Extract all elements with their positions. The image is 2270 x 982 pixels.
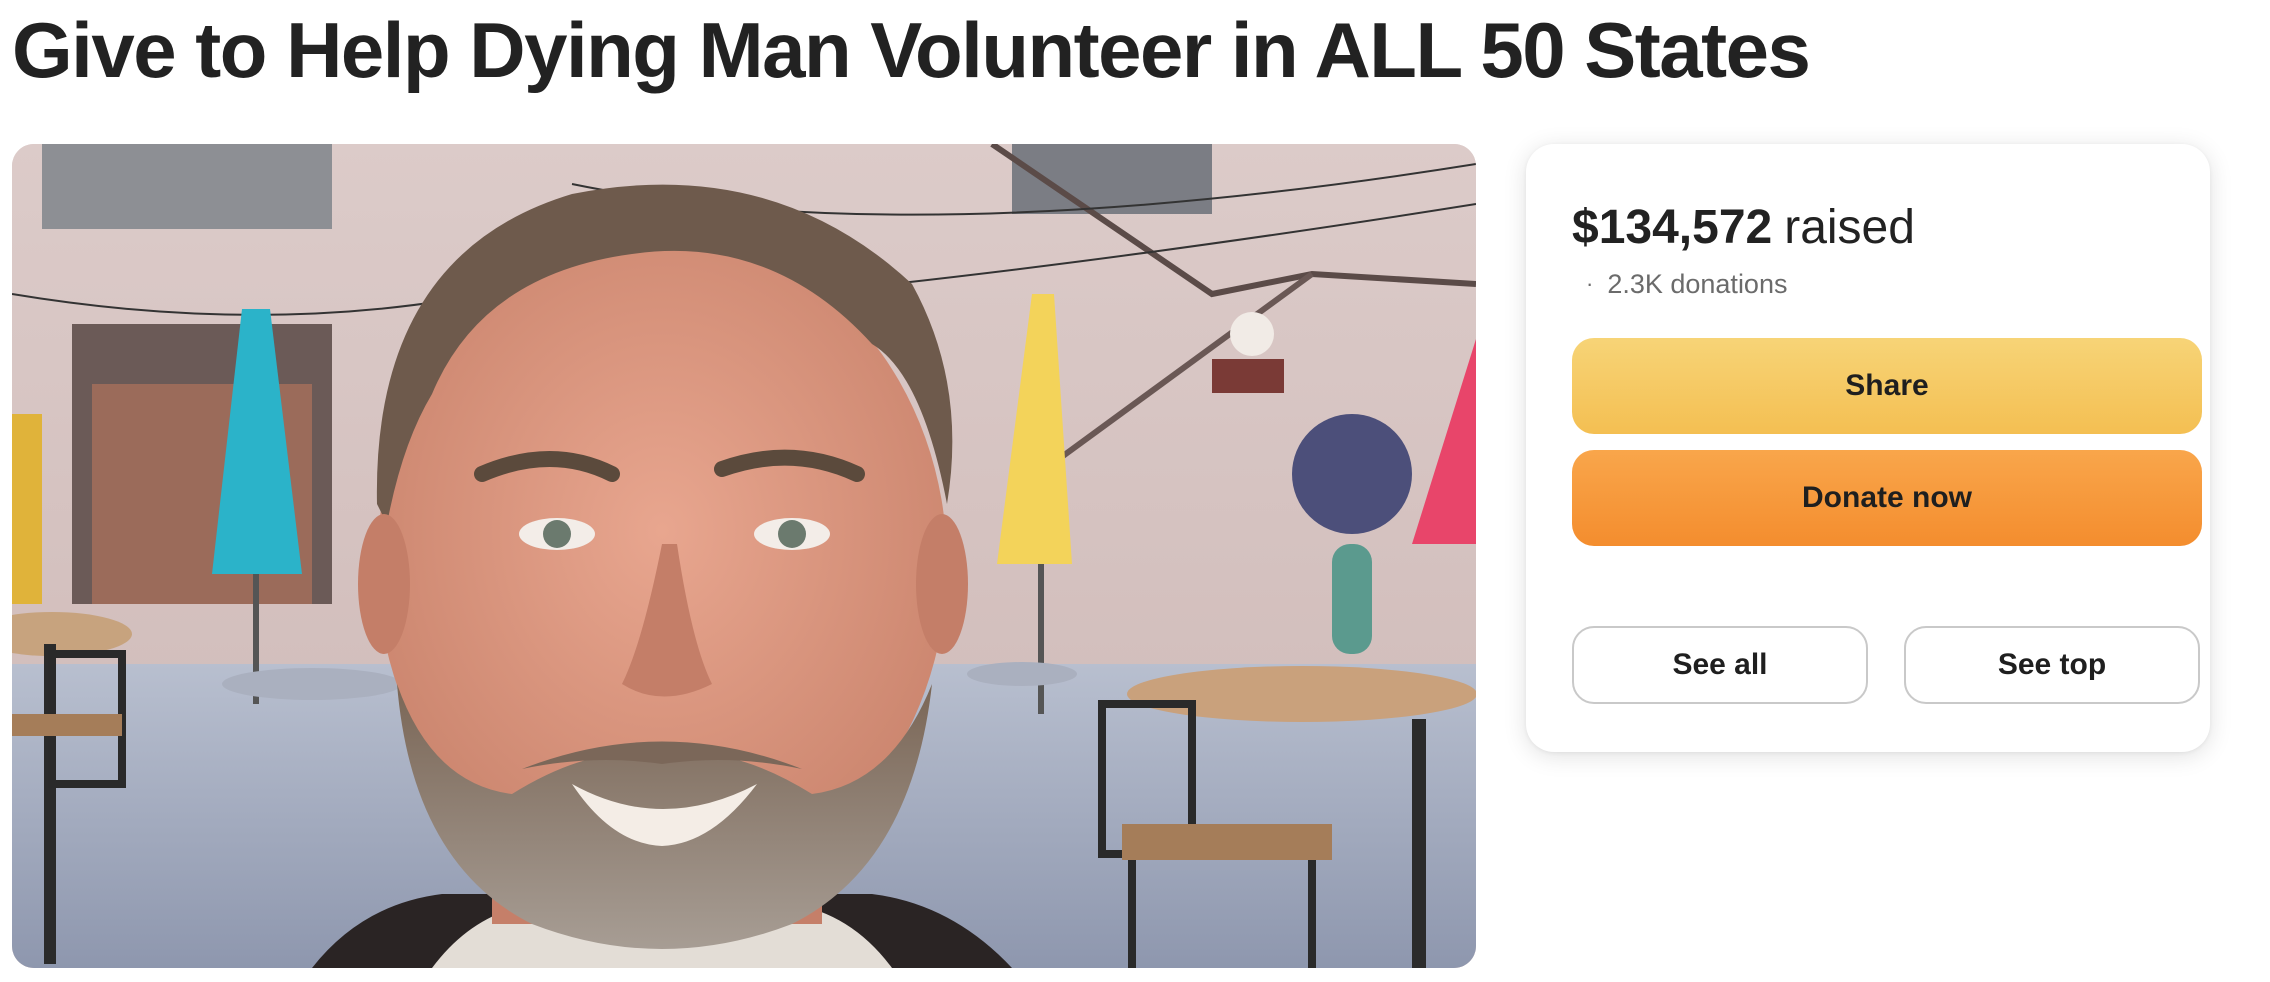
donations-count-label: 2.3K donations — [1607, 269, 1788, 299]
amount-raised: $134,572 raised — [1572, 198, 1915, 258]
campaign-photo-illustration — [12, 144, 1476, 968]
raised-label: raised — [1784, 201, 1915, 254]
campaign-page: Give to Help Dying Man Volunteer in ALL … — [0, 0, 2270, 982]
raised-amount: $134,572 — [1572, 201, 1773, 254]
separator-dot: · — [1586, 271, 1594, 296]
donations-count: · 2.3K donations — [1586, 266, 1787, 302]
donate-now-button[interactable]: Donate now — [1572, 450, 2202, 546]
campaign-photo[interactable] — [12, 144, 1476, 968]
see-all-button[interactable]: See all — [1572, 626, 1868, 704]
see-top-button[interactable]: See top — [1904, 626, 2200, 704]
share-button[interactable]: Share — [1572, 338, 2202, 434]
donation-card: $134,572 raised · 2.3K donations Share Don… — [1526, 144, 2210, 752]
campaign-title: Give to Help Dying Man Volunteer in ALL … — [12, 6, 1811, 94]
